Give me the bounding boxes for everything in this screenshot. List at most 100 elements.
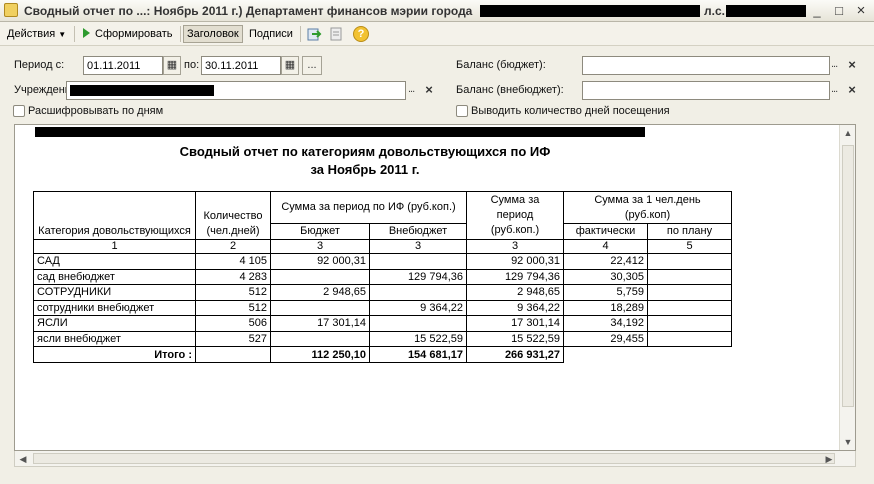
- export-icon[interactable]: [306, 26, 322, 42]
- totals-count: [195, 346, 271, 363]
- cell-actual: 29,455: [563, 330, 648, 347]
- cell-extrabudget: 9 364,22: [369, 299, 467, 316]
- cell-budget: 2 948,65: [270, 284, 370, 301]
- header-budget: Бюджет: [270, 223, 370, 240]
- balance-extrabudget-clear-button[interactable]: ×: [845, 82, 859, 98]
- cell-budget: [270, 268, 370, 285]
- cell-planned: [647, 315, 732, 332]
- cell-total: 92 000,31: [466, 253, 564, 270]
- close-button[interactable]: ×: [852, 3, 870, 19]
- actions-label: Действия: [7, 28, 56, 40]
- scroll-right-icon[interactable]: ▶: [821, 451, 837, 467]
- decode-by-days-label: Расшифровывать по дням: [28, 105, 164, 117]
- toolbar-separator: [180, 26, 181, 42]
- maximize-button[interactable]: □: [830, 3, 848, 19]
- period-select-button[interactable]: ...: [302, 56, 322, 75]
- report-sheet[interactable]: Сводный отчет по категориям довольствующ…: [14, 124, 856, 451]
- table-row: сад внебюджет 4 283 129 794,36 129 794,3…: [33, 268, 732, 285]
- cell-total: 2 948,65: [466, 284, 564, 301]
- redacted-title-part: [480, 5, 700, 17]
- decode-by-days-checkbox[interactable]: [13, 105, 25, 117]
- window-title-suffix: л.с.: [704, 4, 725, 18]
- cell-count: 512: [195, 284, 271, 301]
- generate-label: Сформировать: [95, 28, 173, 40]
- play-icon: [83, 28, 90, 38]
- cell-category: сотрудники внебюджет: [33, 299, 196, 316]
- scroll-up-icon[interactable]: ▲: [840, 125, 856, 141]
- cell-extrabudget: 15 522,59: [369, 330, 467, 347]
- period-from-input[interactable]: [87, 57, 159, 74]
- signatures-button[interactable]: Подписи: [246, 25, 296, 43]
- institution-select-button[interactable]: ...: [408, 83, 415, 95]
- period-from-calendar-button[interactable]: ▦: [163, 56, 181, 75]
- header-count: Количество (чел.дней): [195, 191, 271, 240]
- header-actual: фактически: [563, 223, 648, 240]
- cell-actual: 22,412: [563, 253, 648, 270]
- cell-budget: [270, 330, 370, 347]
- cell-budget: 92 000,31: [270, 253, 370, 270]
- cell-category: сад внебюджет: [33, 268, 196, 285]
- balance-extrabudget-field[interactable]: [582, 81, 830, 100]
- period-to-field[interactable]: [201, 56, 281, 75]
- col-number: 2: [195, 239, 271, 254]
- table-row: сотрудники внебюджет 512 9 364,22 9 364,…: [33, 299, 732, 316]
- header-category: Категория довольствующихся: [33, 191, 196, 240]
- cell-category: СОТРУДНИКИ: [33, 284, 196, 301]
- cell-count: 4 283: [195, 268, 271, 285]
- balance-budget-field[interactable]: [582, 56, 830, 75]
- settings-icon[interactable]: [328, 26, 344, 42]
- scroll-left-icon[interactable]: ◀: [15, 451, 31, 467]
- col-number: 3: [369, 239, 467, 254]
- cell-budget: [270, 299, 370, 316]
- header-sum-if: Сумма за период по ИФ (руб.коп.): [270, 191, 467, 224]
- balance-budget-clear-button[interactable]: ×: [845, 57, 859, 73]
- redacted-institution: [70, 85, 214, 96]
- actions-menu[interactable]: Действия ▼: [4, 25, 69, 43]
- report-table: Категория довольствующихся Количество (ч…: [33, 191, 732, 363]
- header-sum-period: Сумма за период (руб.коп.): [466, 191, 564, 240]
- cell-extrabudget: 129 794,36: [369, 268, 467, 285]
- institution-field[interactable]: [66, 81, 406, 100]
- period-to-label: по:: [184, 59, 200, 71]
- toolbar-separator: [74, 26, 75, 42]
- period-to-input[interactable]: [205, 57, 277, 74]
- minimize-button[interactable]: _: [808, 3, 826, 19]
- cell-actual: 30,305: [563, 268, 648, 285]
- col-number: 5: [647, 239, 732, 254]
- show-visit-days-label: Выводить количество дней посещения: [471, 105, 670, 117]
- generate-button[interactable]: Сформировать: [80, 25, 176, 43]
- totals-row: Итого : 112 250,10 154 681,17 266 931,27: [33, 346, 732, 363]
- header-extrabudget: Внебюджет: [369, 223, 467, 240]
- header-toggle-button[interactable]: Заголовок: [183, 25, 243, 43]
- calendar-icon: ▦: [166, 59, 178, 71]
- institution-clear-button[interactable]: ×: [422, 82, 436, 98]
- cell-category: САД: [33, 253, 196, 270]
- cell-count: 506: [195, 315, 271, 332]
- cell-extrabudget: [369, 315, 467, 332]
- vertical-scroll-thumb[interactable]: [842, 145, 854, 407]
- balance-extrabudget-select-button[interactable]: ...: [831, 83, 838, 95]
- horizontal-scroll-thumb[interactable]: [33, 453, 835, 464]
- period-to-calendar-button[interactable]: ▦: [281, 56, 299, 75]
- report-subtitle: за Ноябрь 2011 г.: [310, 162, 420, 177]
- calendar-icon: ▦: [284, 59, 296, 71]
- balance-budget-select-button[interactable]: ...: [831, 58, 838, 70]
- cell-total: 17 301,14: [466, 315, 564, 332]
- table-row: ясли внебюджет 527 15 522,59 15 522,59 2…: [33, 330, 732, 347]
- cell-budget: 17 301,14: [270, 315, 370, 332]
- header-planned: по плану: [647, 223, 732, 240]
- balance-extrabudget-label: Баланс (внебюджет):: [456, 84, 564, 96]
- scroll-down-icon[interactable]: ▼: [840, 434, 856, 450]
- col-number: 1: [33, 239, 196, 254]
- show-visit-days-checkbox[interactable]: [456, 105, 468, 117]
- horizontal-scrollbar[interactable]: ◀ ▶: [14, 451, 856, 467]
- vertical-scrollbar[interactable]: ▲ ▼: [839, 125, 855, 450]
- app-icon: [4, 3, 18, 17]
- cell-planned: [647, 268, 732, 285]
- cell-actual: 18,289: [563, 299, 648, 316]
- period-from-field[interactable]: [83, 56, 163, 75]
- toolbar-separator: [300, 26, 301, 42]
- help-icon[interactable]: ?: [353, 26, 369, 42]
- totals-empty: [564, 347, 648, 363]
- cell-category: ЯСЛИ: [33, 315, 196, 332]
